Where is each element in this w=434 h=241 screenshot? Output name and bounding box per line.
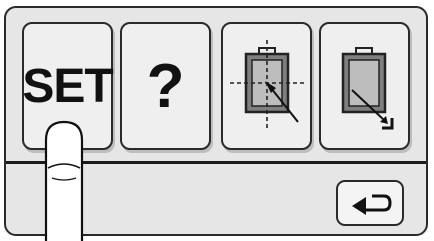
set-button-label: SET bbox=[22, 59, 113, 113]
return-arrow-icon bbox=[352, 194, 392, 215]
return-button[interactable] bbox=[336, 180, 404, 226]
help-button[interactable]: ? bbox=[120, 22, 211, 150]
start-position-corner-icon bbox=[341, 47, 393, 130]
help-button-label: ? bbox=[146, 51, 185, 121]
finger-pointer-icon bbox=[44, 120, 84, 241]
corner-position-button[interactable] bbox=[319, 22, 410, 150]
center-position-button[interactable] bbox=[221, 22, 312, 150]
start-position-center-icon bbox=[229, 40, 304, 130]
